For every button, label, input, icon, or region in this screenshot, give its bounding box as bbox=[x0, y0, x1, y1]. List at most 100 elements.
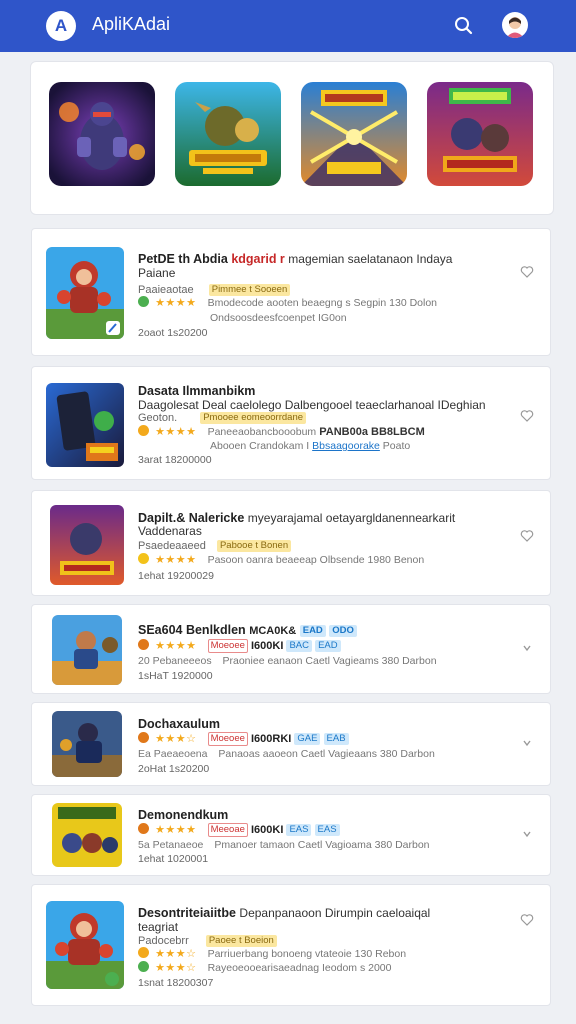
heart-icon[interactable] bbox=[520, 409, 534, 423]
list-item[interactable]: Dochaxaulum ★★★☆ Moeoee I600RKI GAE EAB … bbox=[31, 702, 551, 786]
game-meta: Geoton. Pmooee eomeoorrdane bbox=[138, 411, 307, 426]
star-rating-icon: ★★★☆ bbox=[155, 733, 197, 745]
game-thumbnail[interactable] bbox=[46, 383, 124, 467]
user-avatar[interactable] bbox=[502, 12, 528, 38]
game-title[interactable]: Demonendkum bbox=[138, 808, 228, 823]
game-details: Ea Paeaeoena Panaoas aaoeon Caetl Vagiea… bbox=[138, 747, 435, 762]
developer-link[interactable]: Bbsaagoorake bbox=[312, 440, 380, 452]
release-date: 1snat 18200307 bbox=[138, 977, 214, 989]
release-date: 1ehat 1020001 bbox=[138, 853, 209, 865]
game-version: I600KI bbox=[250, 824, 284, 836]
featured-game-hero[interactable] bbox=[49, 82, 155, 186]
release-date: 1sHaT 1920000 bbox=[138, 670, 213, 682]
game-title[interactable]: Desontriteiaiitbe Depanpanaoon Dirumpin … bbox=[138, 906, 430, 921]
game-details: 20 Pebaneeeos Praoniee eanaon Caetl Vagi… bbox=[138, 654, 437, 669]
list-item[interactable]: PetDE th Abdia kdgarid r magemian saelat… bbox=[31, 228, 551, 356]
category-tag: Pimmee t Sooeen bbox=[208, 284, 291, 296]
meta-text: Psaedeaaeed bbox=[138, 540, 206, 552]
rating-row: ★★★☆ Moeoee I600RKI GAE EAB bbox=[138, 732, 349, 747]
rating-row: ★★★★ Pasoon oanra beaeeap Olbsende 1980 … bbox=[138, 553, 424, 568]
game-details: Bmodecode aooten beaegng s Segpin 130 Do… bbox=[207, 297, 438, 309]
platform-tag: ODO bbox=[329, 625, 357, 637]
list-item[interactable]: Desontriteiaiitbe Depanpanaoon Dirumpin … bbox=[31, 884, 551, 1006]
app-logo-icon[interactable]: A bbox=[46, 11, 76, 41]
search-icon[interactable] bbox=[450, 12, 476, 38]
list-item[interactable]: SEa604 Benlkdlen MCA0K& EAD ODO ★★★★ Moe… bbox=[31, 604, 551, 694]
game-details-2: Ondsoosdeesfcoenpet IG0on bbox=[210, 312, 347, 324]
rating-row: ★★★★ Bmodecode aooten beaegng s Segpin 1… bbox=[138, 296, 437, 311]
platform-tag: BAC bbox=[286, 640, 313, 652]
game-version: I600RKI bbox=[250, 733, 292, 745]
check-badge-icon bbox=[138, 296, 149, 307]
title-rest: Depanpanaoon Dirumpin caeloaiqal bbox=[239, 906, 431, 920]
category-tag: Paoee t Boeion bbox=[205, 935, 277, 947]
meta-text: 20 Pebaneeeos bbox=[138, 655, 212, 667]
release-date: 1ehat 19200029 bbox=[138, 570, 214, 582]
rating-row: ★★★★ Paneeaobancbooobum PANB00a BB8LBCM bbox=[138, 425, 425, 440]
platform-tag: GAE bbox=[294, 733, 321, 745]
release-date: 2oHat 1s20200 bbox=[138, 763, 210, 775]
platform-tag: EAB bbox=[323, 733, 349, 745]
platform-tag: EAS bbox=[286, 824, 312, 836]
list-item[interactable]: Dapilt.& Nalericke myeyarajamal oetayarg… bbox=[31, 490, 551, 596]
developer: Abooen Crandokam I bbox=[210, 440, 310, 452]
game-subtitle: Paiane bbox=[138, 266, 176, 280]
game-thumbnail[interactable] bbox=[52, 615, 122, 685]
status-tag: Meeoae bbox=[207, 823, 248, 837]
featured-carousel bbox=[30, 61, 554, 215]
list-item[interactable]: Demonendkum ★★★★ Meeoae I600KI EAS EAS 5… bbox=[31, 794, 551, 876]
game-details: Pasoon oanra beaeeap Olbsende 1980 Benon bbox=[207, 554, 425, 566]
star-rating-icon: ★★★★ bbox=[155, 640, 197, 652]
coin-badge-icon bbox=[138, 732, 149, 743]
release-date: 2oaot 1s20200 bbox=[138, 327, 208, 339]
title-code: MCA0K& bbox=[249, 625, 297, 637]
game-title[interactable]: PetDE th Abdia kdgarid r magemian saelat… bbox=[138, 252, 452, 267]
game-details: Paneeaobancbooobum bbox=[207, 426, 317, 438]
heart-icon[interactable] bbox=[520, 529, 534, 543]
game-version: PANB00a BB8LBCM bbox=[319, 426, 425, 438]
coin-badge-icon bbox=[138, 639, 149, 650]
app-header: A ApliKAdai bbox=[0, 0, 576, 52]
game-details: Parriuerbang bonoeng vtateoie 130 Rebon bbox=[207, 948, 407, 960]
status-tag: Moeoee bbox=[207, 732, 248, 746]
status-tag: Moeoee bbox=[207, 639, 248, 653]
heart-icon[interactable] bbox=[520, 641, 534, 655]
game-title[interactable]: Dochaxaulum bbox=[138, 717, 220, 732]
game-thumbnail[interactable] bbox=[50, 505, 124, 585]
coin-badge-icon bbox=[138, 823, 149, 834]
meta-text: Geoton. bbox=[138, 412, 178, 424]
list-item[interactable]: Dasata Ilmmanbikm Daagolesat Deal caelol… bbox=[31, 366, 551, 480]
game-title[interactable]: SEa604 Benlkdlen MCA0K& EAD ODO bbox=[138, 623, 357, 639]
star-rating-icon: ★★★☆ bbox=[155, 962, 197, 974]
meta-text: Padocebrr bbox=[138, 935, 189, 947]
game-details-2: Rayeoeooearisaeadnag Ieodom s 2000 bbox=[207, 962, 392, 974]
title-rest: magemian saelatanaon Indaya bbox=[288, 252, 453, 266]
featured-game-heroes[interactable] bbox=[175, 82, 281, 186]
star-rating-icon: ★★★★ bbox=[155, 426, 197, 438]
game-details-2: Abooen Crandokam I Bbsaagoorake Poato bbox=[138, 439, 410, 454]
heart-icon[interactable] bbox=[520, 736, 534, 750]
coin-badge-icon bbox=[138, 947, 149, 958]
heart-icon[interactable] bbox=[520, 913, 534, 927]
featured-game-battle[interactable] bbox=[301, 82, 407, 186]
app-title: ApliKAdai bbox=[92, 14, 171, 34]
details-text: Praoniee eanaon Caetl Vagieams 380 Darbo… bbox=[222, 655, 437, 667]
game-thumbnail[interactable] bbox=[52, 803, 122, 867]
game-title[interactable]: Dasata Ilmmanbikm bbox=[138, 384, 255, 399]
heart-icon[interactable] bbox=[520, 827, 534, 841]
game-thumbnail[interactable] bbox=[52, 711, 122, 777]
platform-tag: EAD bbox=[315, 640, 341, 652]
title-highlight: kdgarid r bbox=[231, 252, 285, 266]
featured-game-robots[interactable] bbox=[427, 82, 533, 186]
meta-text: 5a Petanaeoe bbox=[138, 839, 204, 851]
rating-row: ★★★★ Moeoee I600KI BAC EAD bbox=[138, 639, 341, 654]
star-rating-icon: ★★★★ bbox=[155, 297, 197, 309]
game-thumbnail[interactable] bbox=[46, 247, 124, 339]
check-badge-icon bbox=[138, 961, 149, 972]
title-main: SEa604 Benlkdlen bbox=[138, 623, 246, 637]
game-thumbnail[interactable] bbox=[46, 901, 124, 989]
game-subtitle: teagriat bbox=[138, 920, 179, 934]
platform-tag: EAD bbox=[299, 625, 326, 637]
game-details: 5a Petanaeoe Pmanoer tamaon Caetl Vagioa… bbox=[138, 838, 430, 853]
heart-icon[interactable] bbox=[520, 265, 534, 279]
